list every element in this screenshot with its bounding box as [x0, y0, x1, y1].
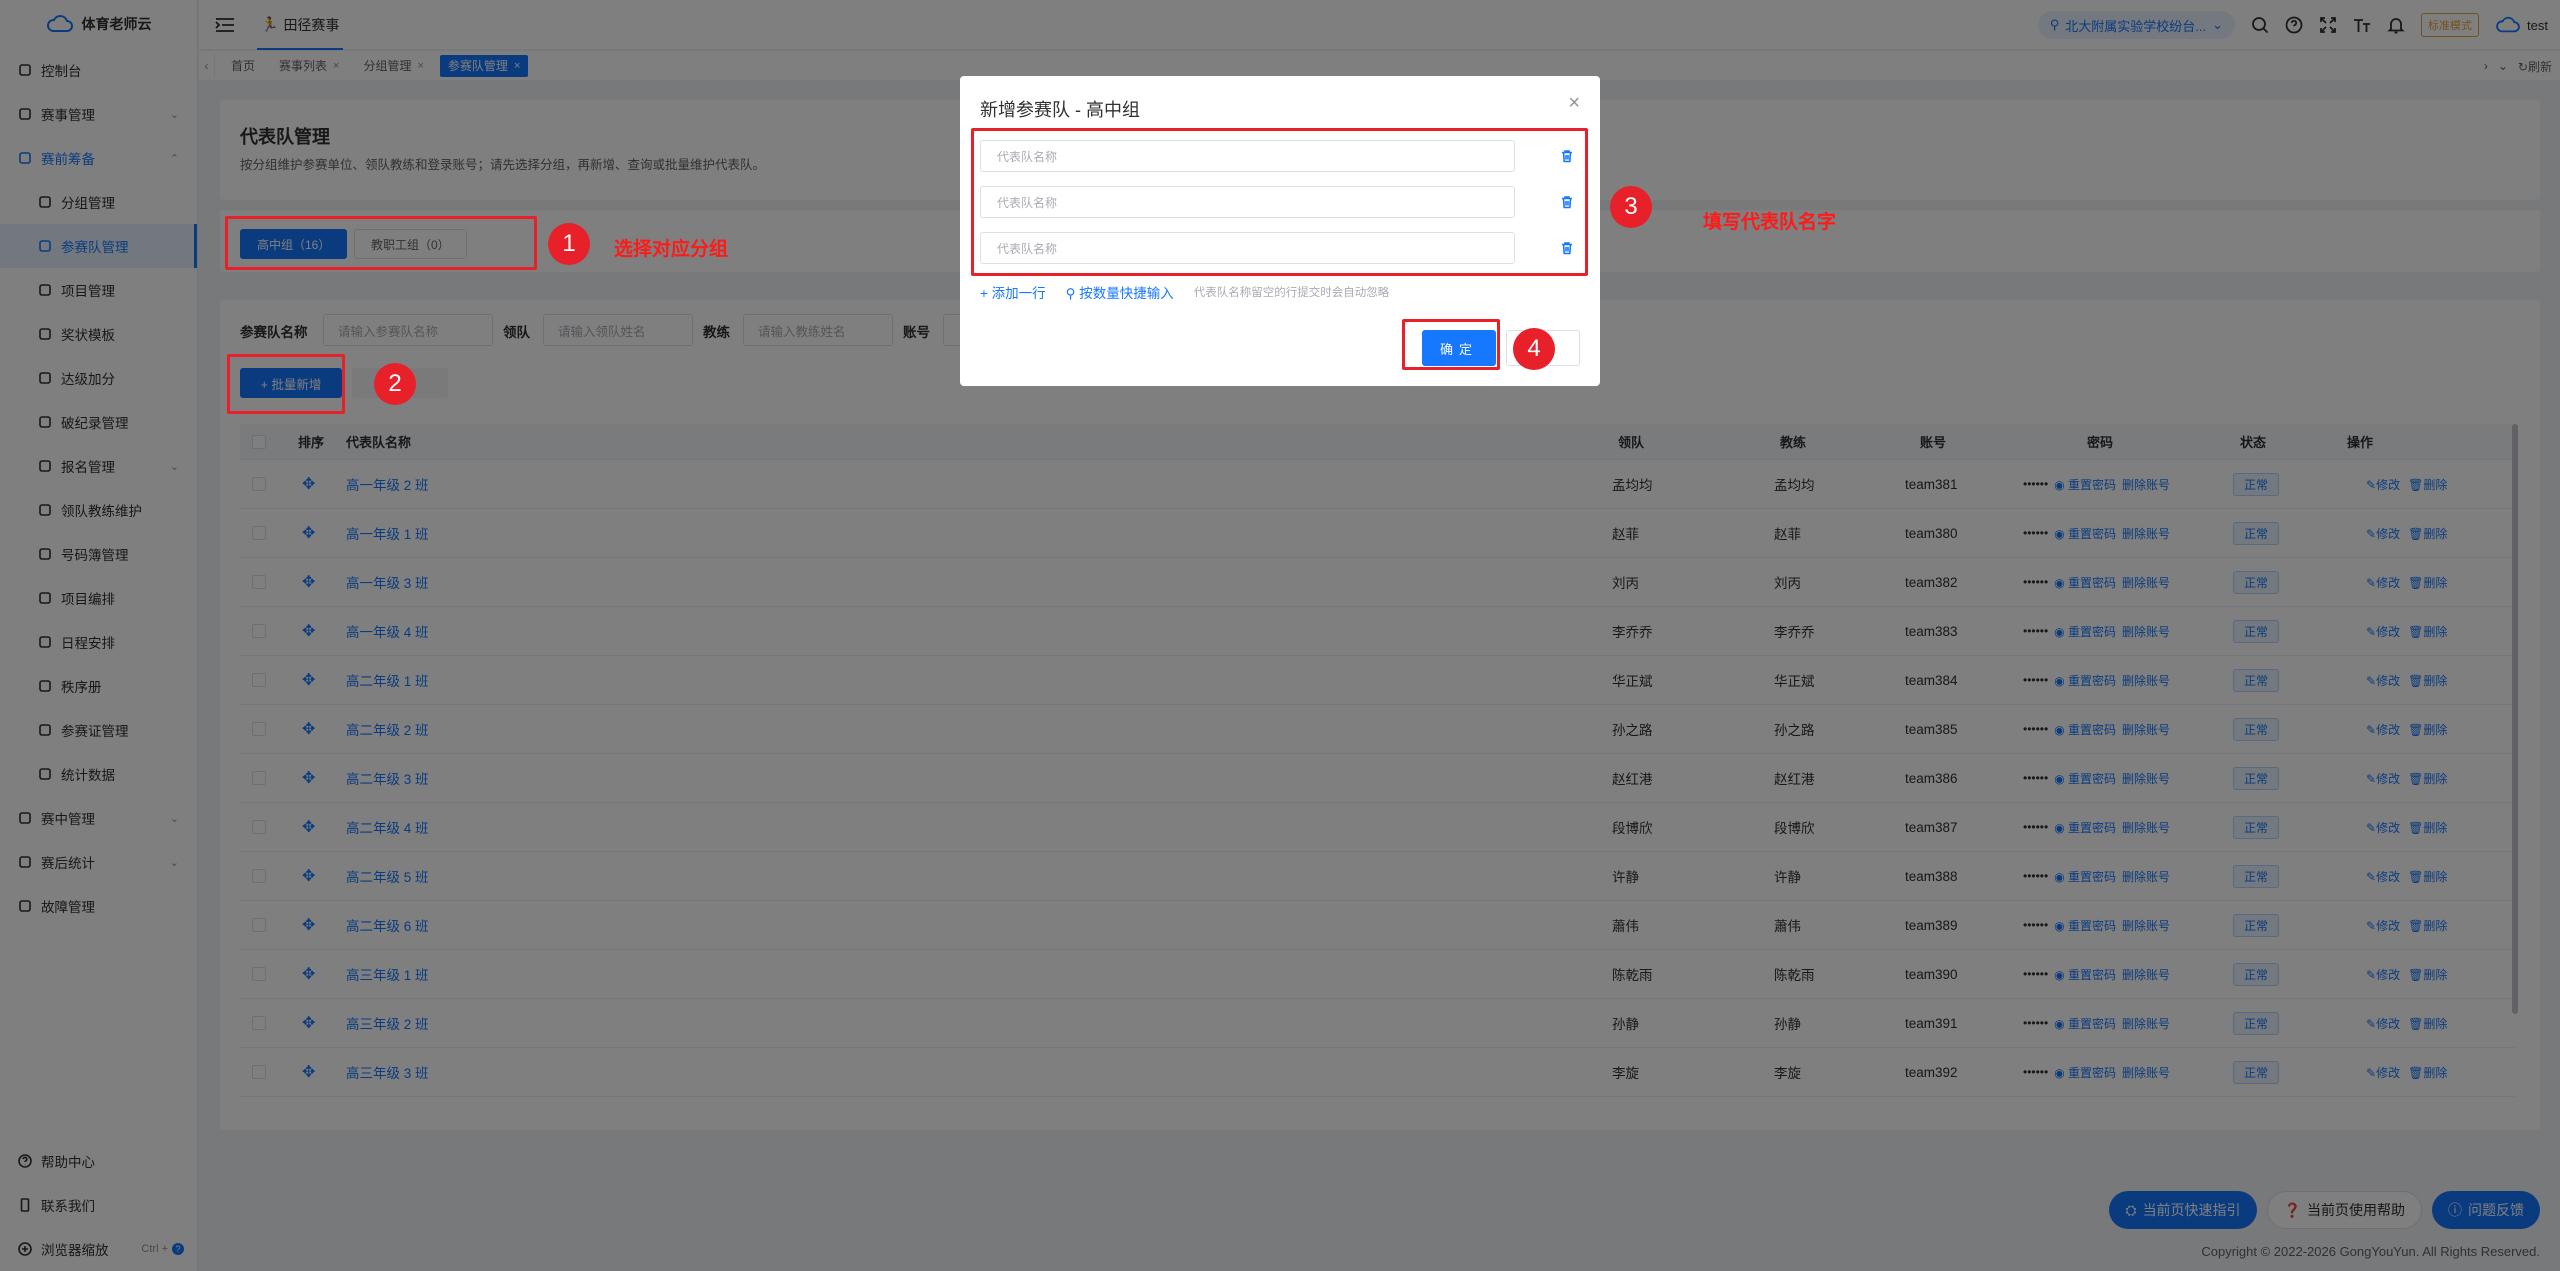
annotation-text-3: 填写代表队名字: [1703, 212, 1837, 233]
search-icon: ⚲: [1065, 286, 1080, 301]
annotation-number-3: 3: [1610, 186, 1652, 228]
quick-input-label: 按数量快捷输入: [1079, 286, 1174, 301]
dialog-title: 新增参赛队 - 高中组: [980, 100, 1140, 120]
annotation-box-bulk-add: [227, 354, 345, 414]
dialog-hint: 代表队名称留空的行提交时会自动忽略: [1193, 287, 1390, 299]
annotation-number-1: 1: [548, 223, 590, 265]
annotation-text-1: 选择对应分组: [614, 239, 729, 260]
annotation-number-2: 2: [374, 363, 416, 405]
close-icon[interactable]: ×: [1568, 92, 1580, 115]
dialog-links: + 添加一行 ⚲ 按数量快捷输入 代表队名称留空的行提交时会自动忽略: [980, 282, 1389, 302]
quick-input-link[interactable]: ⚲ 按数量快捷输入: [1066, 282, 1174, 302]
annotation-box-inputs: [971, 128, 1588, 276]
annotation-number-4: 4: [1513, 328, 1555, 370]
annotation-box-confirm: [1402, 319, 1500, 370]
annotation-box-groups: [225, 216, 537, 270]
add-row-link[interactable]: + 添加一行: [980, 282, 1046, 302]
